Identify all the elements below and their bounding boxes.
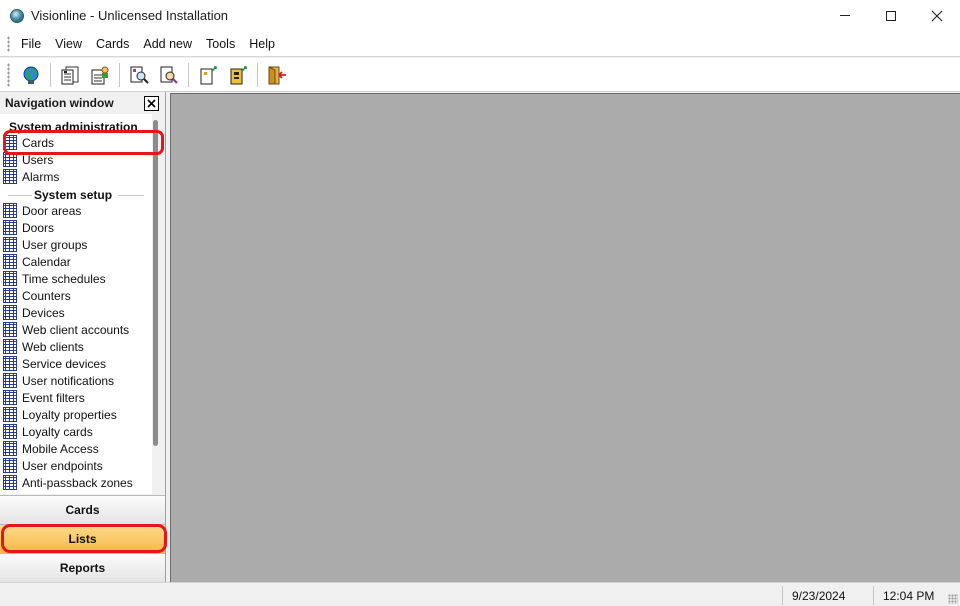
search-card-button[interactable] <box>157 63 181 87</box>
globe-icon <box>23 66 39 84</box>
navigation-close-button[interactable] <box>144 95 159 111</box>
window-controls <box>822 0 960 31</box>
exit-button[interactable] <box>265 63 289 87</box>
nav-item-anti-passback-zones[interactable]: Anti-passback zones <box>3 474 133 491</box>
user-card-icon <box>91 66 109 84</box>
nav-item-counters[interactable]: Counters <box>3 287 71 304</box>
menu-help[interactable]: Help <box>242 31 282 57</box>
find-user-button[interactable] <box>127 63 151 87</box>
section-divider <box>8 195 32 196</box>
list-grid-icon <box>3 390 17 405</box>
user-card-button[interactable] <box>88 63 112 87</box>
nav-item-loyalty-properties[interactable]: Loyalty properties <box>3 406 117 423</box>
maximize-button[interactable] <box>868 0 914 31</box>
list-grid-icon <box>3 271 17 286</box>
nav-item-loyalty-cards[interactable]: Loyalty cards <box>3 423 93 440</box>
nav-item-door-areas[interactable]: Door areas <box>3 202 81 219</box>
nav-item-devices[interactable]: Devices <box>3 304 65 321</box>
nav-item-user-groups[interactable]: User groups <box>3 236 87 253</box>
status-time: 12:04 PM <box>873 586 943 605</box>
cards-list-icon <box>61 66 79 84</box>
nav-item-time-schedules[interactable]: Time schedules <box>3 270 106 287</box>
new-card-icon <box>200 65 217 84</box>
nav-item-web-client-accounts[interactable]: Web client accounts <box>3 321 129 338</box>
title-bar: Visionline - Unlicensed Installation <box>0 0 960 31</box>
search-card-icon <box>160 66 178 84</box>
navigation-list[interactable]: System administration Cards Users Alarms… <box>0 114 152 494</box>
navigation-header: Navigation window <box>0 92 165 114</box>
highlight-ring-lists <box>1 524 167 553</box>
toolbar <box>0 58 960 92</box>
list-grid-icon <box>3 169 17 184</box>
list-grid-icon <box>3 322 17 337</box>
list-grid-icon <box>3 458 17 473</box>
list-grid-icon <box>3 203 17 218</box>
navigation-pane: Navigation window System administration … <box>0 92 166 582</box>
maximize-icon <box>886 10 896 21</box>
list-grid-icon <box>3 288 17 303</box>
resize-grip[interactable] <box>948 594 958 604</box>
list-grid-icon <box>3 407 17 422</box>
encode-card-icon <box>230 65 247 84</box>
menu-view[interactable]: View <box>48 31 89 57</box>
cards-list-button[interactable] <box>58 63 82 87</box>
status-date: 9/23/2024 <box>782 586 874 605</box>
menu-cards[interactable]: Cards <box>89 31 136 57</box>
close-icon <box>931 10 943 21</box>
list-grid-icon <box>3 305 17 320</box>
nav-item-calendar[interactable]: Calendar <box>3 253 71 270</box>
scrollbar-thumb[interactable] <box>153 120 158 446</box>
list-grid-icon <box>3 254 17 269</box>
highlight-ring-cards <box>3 130 164 155</box>
main-workspace <box>170 93 960 582</box>
list-grid-icon <box>3 339 17 354</box>
find-user-icon <box>130 66 149 84</box>
globe-button[interactable] <box>19 63 43 87</box>
new-card-button[interactable] <box>196 63 220 87</box>
encode-card-button[interactable] <box>226 63 250 87</box>
minimize-icon <box>840 15 850 16</box>
toolbar-separator <box>188 62 189 87</box>
menu-file[interactable]: File <box>14 31 48 57</box>
list-grid-icon <box>3 475 17 490</box>
list-grid-icon <box>3 220 17 235</box>
reports-pane-button[interactable]: Reports <box>0 553 165 582</box>
nav-item-user-notifications[interactable]: User notifications <box>3 372 114 389</box>
list-grid-icon <box>3 424 17 439</box>
exit-door-icon <box>268 65 286 84</box>
nav-item-user-endpoints[interactable]: User endpoints <box>3 457 103 474</box>
toolbar-separator <box>50 62 51 87</box>
list-grid-icon <box>3 373 17 388</box>
status-bar: 9/23/2024 12:04 PM <box>0 582 960 606</box>
section-divider <box>118 195 144 196</box>
menu-tools[interactable]: Tools <box>199 31 242 57</box>
navigation-title: Navigation window <box>5 96 114 110</box>
menu-add-new[interactable]: Add new <box>136 31 199 57</box>
list-grid-icon <box>3 441 17 456</box>
app-logo-icon <box>10 8 24 23</box>
list-grid-icon <box>3 237 17 252</box>
navigation-scrollbar[interactable] <box>152 114 160 494</box>
nav-item-service-devices[interactable]: Service devices <box>3 355 106 372</box>
window-title: Visionline - Unlicensed Installation <box>31 8 229 23</box>
cards-pane-button[interactable]: Cards <box>0 495 165 524</box>
nav-item-mobile-access[interactable]: Mobile Access <box>3 440 99 457</box>
nav-item-event-filters[interactable]: Event filters <box>3 389 85 406</box>
toolbar-separator <box>119 62 120 87</box>
toolbar-grip <box>7 62 10 87</box>
close-icon <box>147 98 156 108</box>
section-system-setup: System setup <box>34 188 113 202</box>
nav-item-alarms[interactable]: Alarms <box>3 168 59 185</box>
nav-item-doors[interactable]: Doors <box>3 219 54 236</box>
menu-grip <box>7 35 10 52</box>
menu-bar: File View Cards Add new Tools Help <box>0 31 960 57</box>
list-grid-icon <box>3 356 17 371</box>
nav-item-web-clients[interactable]: Web clients <box>3 338 84 355</box>
minimize-button[interactable] <box>822 0 868 31</box>
toolbar-separator <box>257 62 258 87</box>
close-button[interactable] <box>914 0 960 31</box>
